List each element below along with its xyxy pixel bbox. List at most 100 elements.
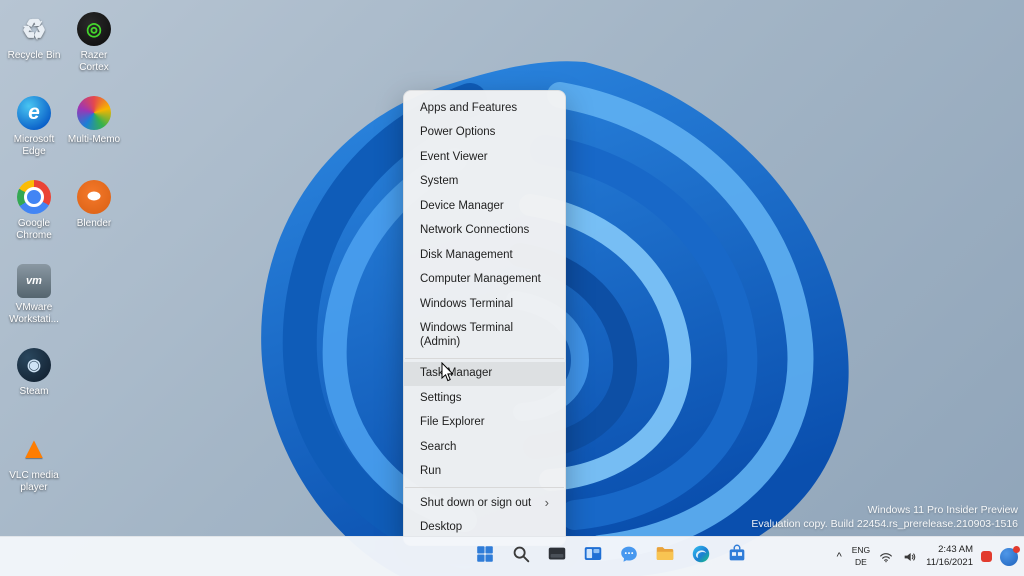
- search-icon: [510, 543, 532, 570]
- microsoft-edge-icon: e: [17, 96, 51, 130]
- desktop-icon-label: Blender: [77, 218, 111, 230]
- desktop-icon-recycle-bin[interactable]: ♻ Recycle Bin: [4, 6, 64, 90]
- menu-item-network-connections[interactable]: Network Connections: [404, 219, 565, 244]
- menu-item-event-viewer[interactable]: Event Viewer: [404, 145, 565, 170]
- menu-item-label: Disk Management: [420, 249, 513, 263]
- menu-item-label: Shut down or sign out: [420, 497, 531, 511]
- taskbar-center-icons: [470, 537, 752, 576]
- menu-item-label: Network Connections: [420, 224, 529, 238]
- desktop-icon-multi-memo[interactable]: Multi-Memo: [64, 90, 124, 174]
- taskbar: ^ ENG DE 2:43 AM 11/16/2021: [0, 536, 1024, 576]
- notification-badge: [1013, 546, 1020, 553]
- menu-item-label: Settings: [420, 392, 462, 406]
- evaluation-watermark: Windows 11 Pro Insider Preview Evaluatio…: [751, 503, 1018, 532]
- multi-memo-icon: [77, 96, 111, 130]
- menu-item-shut-down-or-sign-out[interactable]: Shut down or sign out ›: [404, 491, 565, 516]
- watermark-line1: Windows 11 Pro Insider Preview: [751, 503, 1018, 518]
- recording-indicator-icon: [981, 551, 992, 562]
- razer-cortex-icon: ◎: [77, 12, 111, 46]
- chat-button[interactable]: [614, 542, 644, 572]
- menu-item-disk-management[interactable]: Disk Management: [404, 243, 565, 268]
- recycle-bin-icon: ♻: [17, 12, 51, 46]
- menu-item-windows-terminal[interactable]: Windows Terminal: [404, 292, 565, 317]
- menu-item-windows-terminal-admin[interactable]: Windows Terminal (Admin): [404, 317, 565, 355]
- file-explorer-icon: [654, 543, 676, 570]
- menu-divider: [405, 358, 564, 359]
- clock-date: 11/16/2021: [926, 557, 973, 570]
- clock[interactable]: 2:43 AM 11/16/2021: [926, 544, 973, 570]
- menu-item-label: Event Viewer: [420, 151, 488, 165]
- menu-item-label: Computer Management: [420, 273, 541, 287]
- widgets-button[interactable]: [578, 542, 608, 572]
- desktop-icon-razer-cortex[interactable]: ◎ Razer Cortex: [64, 6, 124, 90]
- desktop-icon-label: Recycle Bin: [8, 50, 61, 62]
- menu-item-label: Apps and Features: [420, 102, 517, 116]
- volume-icon[interactable]: [902, 549, 918, 565]
- menu-divider: [405, 487, 564, 488]
- submenu-chevron-icon: ›: [545, 498, 549, 508]
- desktop-icon-label: Steam: [20, 386, 49, 398]
- start-button[interactable]: [470, 542, 500, 572]
- menu-item-computer-management[interactable]: Computer Management: [404, 268, 565, 293]
- desktop-icon-blender[interactable]: Blender: [64, 174, 124, 258]
- widgets-icon: [582, 543, 604, 570]
- menu-item-file-explorer[interactable]: File Explorer: [404, 411, 565, 436]
- menu-item-label: Power Options: [420, 126, 495, 140]
- clock-time: 2:43 AM: [926, 544, 973, 557]
- file-explorer-button[interactable]: [650, 542, 680, 572]
- language-line2: DE: [852, 557, 870, 568]
- menu-item-settings[interactable]: Settings: [404, 386, 565, 411]
- desktop-icon-vlc-media-player[interactable]: ▲ VLC media player: [4, 426, 64, 510]
- tray-expand-icon[interactable]: ^: [835, 551, 844, 563]
- desktop-icon-label: Multi-Memo: [68, 134, 120, 146]
- vmware-workstation-icon: vm: [17, 264, 51, 298]
- desktop-icon-label: VMware Workstati...: [5, 302, 63, 325]
- menu-item-label: Search: [420, 441, 456, 455]
- menu-item-system[interactable]: System: [404, 170, 565, 195]
- mouse-cursor-icon: [441, 362, 455, 383]
- desktop-icon-vmware-workstation[interactable]: vm VMware Workstati...: [4, 258, 64, 342]
- menu-item-label: File Explorer: [420, 416, 485, 430]
- menu-item-task-manager[interactable]: Task Manager: [404, 362, 565, 387]
- menu-item-device-manager[interactable]: Device Manager: [404, 194, 565, 219]
- chat-icon: [618, 543, 640, 570]
- menu-item-run[interactable]: Run: [404, 460, 565, 485]
- watermark-line2: Evaluation copy. Build 22454.rs_prerelea…: [751, 517, 1018, 532]
- vlc-media-player-icon: ▲: [17, 432, 51, 466]
- start-icon: [474, 543, 496, 570]
- store-icon: [726, 543, 748, 570]
- menu-item-label: Windows Terminal: [420, 298, 513, 312]
- search-button[interactable]: [506, 542, 536, 572]
- menu-item-label: Desktop: [420, 521, 462, 535]
- menu-item-label: Run: [420, 465, 441, 479]
- notification-icon[interactable]: [1000, 548, 1018, 566]
- start-context-menu: Apps and Features Power Options Event View…: [403, 90, 566, 546]
- desktop-icon-google-chrome[interactable]: Google Chrome: [4, 174, 64, 258]
- desktop-icon-label: Razer Cortex: [65, 50, 123, 73]
- store-button[interactable]: [722, 542, 752, 572]
- task-view-button[interactable]: [542, 542, 572, 572]
- desktop-icon-steam[interactable]: ◉ Steam: [4, 342, 64, 426]
- edge-button[interactable]: [686, 542, 716, 572]
- menu-item-label: Device Manager: [420, 200, 504, 214]
- menu-item-power-options[interactable]: Power Options: [404, 121, 565, 146]
- google-chrome-icon: [17, 180, 51, 214]
- menu-item-search[interactable]: Search: [404, 435, 565, 460]
- system-tray: ^ ENG DE 2:43 AM 11/16/2021: [835, 537, 1018, 576]
- network-icon[interactable]: [878, 549, 894, 565]
- menu-item-apps-and-features[interactable]: Apps and Features: [404, 96, 565, 121]
- steam-icon: ◉: [17, 348, 51, 382]
- language-line1: ENG: [852, 545, 870, 556]
- edge-icon: [690, 543, 712, 570]
- desktop-icon-label: VLC media player: [5, 470, 63, 493]
- desktop-icon-label: Microsoft Edge: [5, 134, 63, 157]
- task-view-icon: [546, 543, 568, 570]
- desktop-icon-microsoft-edge[interactable]: e Microsoft Edge: [4, 90, 64, 174]
- language-indicator[interactable]: ENG DE: [852, 545, 870, 567]
- menu-item-label: Task Manager: [420, 367, 492, 381]
- menu-item-label: System: [420, 175, 458, 189]
- desktop-icon-label: Google Chrome: [5, 218, 63, 241]
- blender-icon: [77, 180, 111, 214]
- desktop-icon-grid: ♻ Recycle Bin e Microsoft Edge Google Chrome…: [4, 6, 124, 510]
- menu-item-label: Windows Terminal (Admin): [420, 322, 549, 349]
